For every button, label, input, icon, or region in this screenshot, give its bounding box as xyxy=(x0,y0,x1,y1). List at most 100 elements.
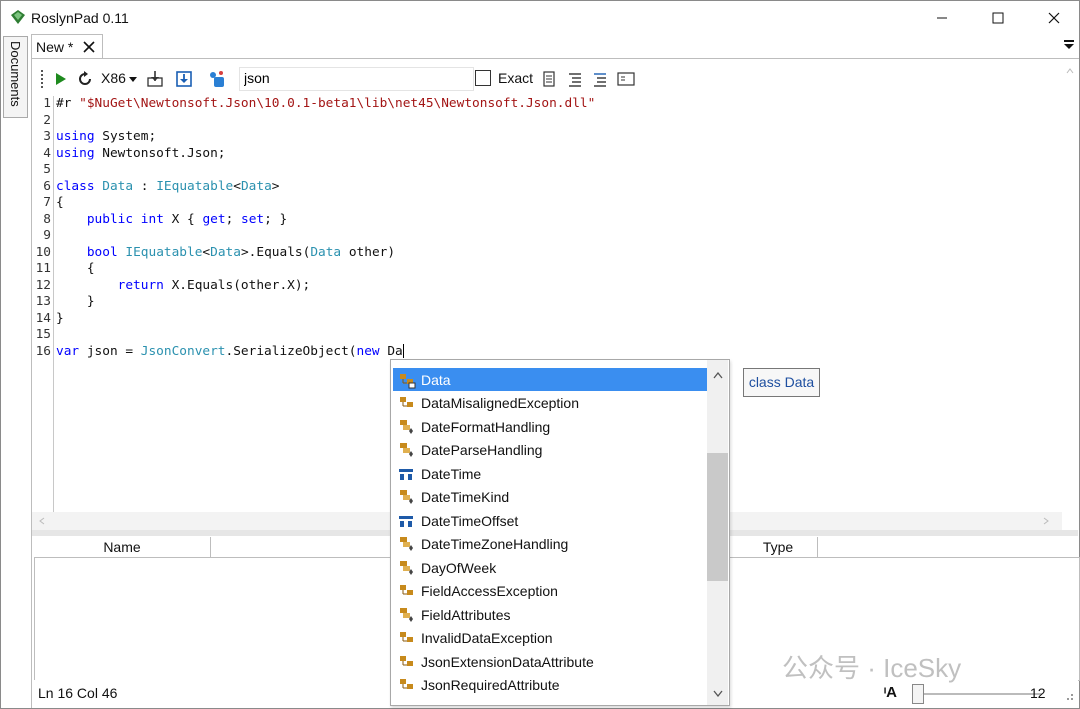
enum-icon xyxy=(397,606,417,624)
maximize-button[interactable] xyxy=(975,2,1021,34)
line-number: 11 xyxy=(35,261,51,276)
completion-item[interactable]: JsonRequiredAttribute xyxy=(393,674,707,697)
restart-icon[interactable] xyxy=(76,70,94,88)
line-number: 14 xyxy=(35,310,51,326)
format-document-icon[interactable] xyxy=(566,70,584,88)
completion-scroll-up-icon[interactable] xyxy=(713,372,723,379)
completion-tooltip: class Data xyxy=(743,368,820,397)
platform-selector[interactable]: X86 xyxy=(101,70,126,86)
code-line-11: { xyxy=(56,261,95,276)
toolbar-grip[interactable] xyxy=(41,70,43,88)
exact-label: Exact xyxy=(498,70,534,86)
column-header-name[interactable]: Name xyxy=(34,537,211,557)
code-line-3: using System; xyxy=(56,129,157,144)
completion-item[interactable]: InvalidDataException xyxy=(393,627,707,650)
run-icon[interactable] xyxy=(51,70,69,88)
completion-item-label: InvalidDataException xyxy=(421,630,553,646)
comment-selection-icon[interactable] xyxy=(591,70,609,88)
class-icon xyxy=(397,676,417,694)
watermark: 公众号 · IceSky xyxy=(782,653,962,683)
completion-item[interactable]: DateTimeOffset xyxy=(393,509,707,532)
struct-icon xyxy=(397,465,417,483)
tab-close-icon[interactable] xyxy=(83,41,95,53)
new-document-icon[interactable] xyxy=(208,70,226,88)
line-number: 12 xyxy=(35,277,51,293)
console-icon[interactable] xyxy=(617,70,635,88)
editor-vertical-scrollbar[interactable] xyxy=(1062,64,1078,512)
line-number-gutter: 1 2 3 4 5 6 7 8 9 10 11 12 13 14 15 16 xyxy=(32,96,51,360)
completion-item-label: FieldAccessException xyxy=(421,583,558,599)
code-line-16: var json = JsonConvert.SerializeObject(n… xyxy=(56,343,404,359)
close-button[interactable] xyxy=(1031,2,1077,34)
completion-item[interactable]: FieldAttributes xyxy=(393,603,707,626)
documents-label: Documents xyxy=(8,41,23,107)
completion-item-label: DateFormatHandling xyxy=(421,418,551,435)
toolbar: X86 Exact xyxy=(32,64,1062,94)
completion-item[interactable]: DateTimeKind xyxy=(393,486,707,509)
app-title: RoslynPad 0.11 xyxy=(31,10,129,26)
completion-item[interactable]: DateFormatHandling xyxy=(393,415,707,438)
enum-icon xyxy=(397,441,417,459)
search-input[interactable] xyxy=(240,68,473,88)
save-icon[interactable] xyxy=(175,70,193,88)
search-field[interactable] xyxy=(239,67,474,91)
line-number: 16 xyxy=(35,343,51,359)
zoom-slider-track[interactable] xyxy=(914,693,1042,695)
completion-item-label: JsonExtensionDataAttribute xyxy=(421,653,594,670)
platform-dropdown-icon[interactable] xyxy=(129,77,137,82)
completion-item[interactable]: FieldAccessException xyxy=(393,580,707,603)
line-number: 9 xyxy=(43,228,51,243)
scroll-right-icon[interactable] xyxy=(1043,517,1049,525)
completion-item[interactable]: DateTime xyxy=(393,462,707,485)
text-caret xyxy=(402,344,404,358)
completion-item[interactable]: DateTimeZoneHandling xyxy=(393,533,707,556)
roslynpad-logo-icon xyxy=(11,10,25,24)
resize-grip-icon[interactable] xyxy=(1056,686,1076,702)
code-line-1: #r "$NuGet\Newtonsoft.Json\10.0.1-beta1\… xyxy=(56,96,596,111)
column-header-value[interactable] xyxy=(211,537,392,557)
class-icon xyxy=(397,394,417,412)
column-header-type[interactable]: Type xyxy=(739,537,818,557)
completion-item-label: DateTimeZoneHandling xyxy=(421,536,569,552)
tab-new[interactable]: New * xyxy=(31,34,103,59)
tab-list-dropdown-icon[interactable] xyxy=(1063,40,1075,50)
completion-item[interactable]: DateParseHandling xyxy=(393,439,707,462)
completion-item[interactable]: JsonExtensionDataAttribute xyxy=(393,650,707,673)
class-icon xyxy=(397,653,417,671)
completion-item[interactable]: DayOfWeek xyxy=(393,556,707,579)
font-size-icon: ᶦA xyxy=(884,684,897,701)
completion-item[interactable]: DataMisalignedException xyxy=(393,392,707,415)
document-icon[interactable] xyxy=(540,70,558,88)
line-number: 5 xyxy=(43,162,51,177)
scroll-up-icon[interactable] xyxy=(1066,68,1074,74)
documents-panel-tab[interactable]: Documents xyxy=(3,36,28,118)
line-number: 2 xyxy=(43,112,51,128)
scroll-left-icon[interactable] xyxy=(39,517,45,525)
zoom-value: 12 xyxy=(1030,685,1046,701)
code-line-14: } xyxy=(56,310,64,326)
line-number: 8 xyxy=(43,211,51,227)
completion-item[interactable]: Data xyxy=(393,368,707,391)
exact-checkbox[interactable] xyxy=(475,70,491,86)
completion-scroll-down-icon[interactable] xyxy=(713,690,723,697)
title-bar[interactable]: RoslynPad 0.11 xyxy=(1,1,1079,33)
completion-item-label: Data xyxy=(421,371,451,388)
nuget-icon[interactable] xyxy=(146,70,164,88)
line-number: 7 xyxy=(43,195,51,210)
completion-item-label: DataMisalignedException xyxy=(421,395,579,411)
cursor-position: Ln 16 Col 46 xyxy=(38,685,118,701)
code-line-12: return X.Equals(other.X); xyxy=(117,277,311,293)
completion-scroll-thumb[interactable] xyxy=(707,453,728,581)
maximize-icon xyxy=(992,12,1004,24)
completion-item-label: DateParseHandling xyxy=(421,442,543,458)
zoom-slider-thumb[interactable] xyxy=(912,684,924,704)
minimize-button[interactable] xyxy=(919,2,965,34)
completion-item-label: DateTimeOffset xyxy=(421,512,519,529)
close-icon xyxy=(1048,12,1060,24)
completion-item-label: DateTimeKind xyxy=(421,489,510,505)
completion-list[interactable]: Data DataMisalignedException DateFormatHan… xyxy=(390,359,730,706)
code-lines[interactable]: #r "$NuGet\Newtonsoft.Json\10.0.1-beta1\… xyxy=(56,96,595,360)
